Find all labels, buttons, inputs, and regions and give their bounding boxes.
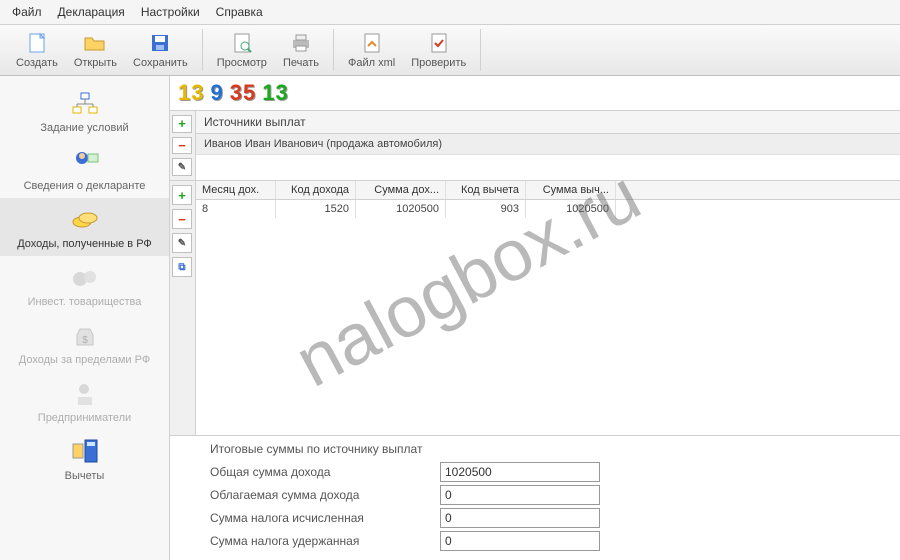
edit-income-button[interactable]: ✎ [172, 233, 192, 253]
sidebar-item-conditions[interactable]: Задание условий [0, 82, 169, 140]
sidebar-item-entrepreneur[interactable]: Предприниматели [0, 372, 169, 430]
menu-declaration[interactable]: Декларация [54, 3, 129, 21]
sources-header: Источники выплат [196, 111, 900, 134]
col-deduct-sum[interactable]: Сумма выч... [526, 181, 616, 199]
svg-text:$: $ [82, 335, 88, 346]
main-panel: 13 9 35 13 + − ✎ Источники выплат Иванов… [170, 76, 900, 560]
remove-income-button[interactable]: − [172, 209, 192, 229]
preview-icon [230, 31, 254, 55]
hierarchy-icon [69, 88, 101, 120]
cell-sum: 1020500 [356, 200, 446, 218]
menu-file[interactable]: Файл [8, 3, 46, 21]
people-icon [69, 262, 101, 294]
sidebar-item-label: Сведения о декларанте [24, 180, 146, 192]
calculator-icon [69, 436, 101, 468]
sidebar-item-deductions[interactable]: Вычеты [0, 430, 169, 488]
menu-bar: Файл Декларация Настройки Справка [0, 0, 900, 25]
create-button[interactable]: Создать [8, 29, 66, 71]
tax-calculated-field[interactable]: 0 [440, 508, 600, 528]
rate-35[interactable]: 35 [230, 80, 256, 106]
taxable-income-field[interactable]: 0 [440, 485, 600, 505]
check-button[interactable]: Проверить [403, 29, 474, 71]
sidebar-item-label: Предприниматели [38, 412, 131, 424]
cell-deduct-code: 903 [446, 200, 526, 218]
income-table-panel: + − ✎ ⧉ Месяц дох. Код дохода Сумма дох.… [170, 181, 900, 435]
edit-source-button[interactable]: ✎ [172, 158, 192, 176]
income-row[interactable]: 8 1520 1020500 903 1020500 [196, 200, 900, 218]
col-code[interactable]: Код дохода [276, 181, 356, 199]
sidebar-item-label: Инвест. товарищества [28, 296, 142, 308]
totals-title: Итоговые суммы по источнику выплат [210, 442, 860, 456]
col-sum[interactable]: Сумма дох... [356, 181, 446, 199]
rate-strip: 13 9 35 13 [170, 76, 900, 111]
open-button[interactable]: Открыть [66, 29, 125, 71]
sidebar-item-invest[interactable]: Инвест. товарищества [0, 256, 169, 314]
floppy-icon [148, 31, 172, 55]
xml-button[interactable]: Файл xml [340, 29, 403, 71]
menu-settings[interactable]: Настройки [137, 3, 204, 21]
sidebar-item-label: Задание условий [40, 122, 128, 134]
sidebar: Задание условий Сведения о декларанте До… [0, 76, 170, 560]
total-income-label: Общая сумма дохода [210, 465, 440, 479]
xml-file-icon [360, 31, 384, 55]
tax-calculated-label: Сумма налога исчисленная [210, 511, 440, 525]
sidebar-item-income-rf[interactable]: Доходы, полученные в РФ [0, 198, 169, 256]
col-deduct-code[interactable]: Код вычета [446, 181, 526, 199]
toolbar: Создать Открыть Сохранить Просмотр Печ [0, 25, 900, 76]
copy-income-button[interactable]: ⧉ [172, 257, 192, 277]
rate-13-alt[interactable]: 13 [262, 80, 288, 106]
sidebar-item-income-abroad[interactable]: $ Доходы за пределами РФ [0, 314, 169, 372]
tax-withheld-field[interactable]: 0 [440, 531, 600, 551]
printer-icon [289, 31, 313, 55]
person-card-icon [69, 146, 101, 178]
menu-help[interactable]: Справка [212, 3, 267, 21]
sources-panel: + − ✎ Источники выплат Иванов Иван Ивано… [170, 111, 900, 181]
sidebar-item-label: Вычеты [65, 470, 105, 482]
total-income-field[interactable]: 1020500 [440, 462, 600, 482]
cell-code: 1520 [276, 200, 356, 218]
add-income-button[interactable]: + [172, 185, 192, 205]
cell-deduct-sum: 1020500 [526, 200, 616, 218]
new-file-icon [25, 31, 49, 55]
rate-9[interactable]: 9 [210, 80, 223, 106]
rate-13[interactable]: 13 [178, 80, 204, 106]
money-bag-icon: $ [69, 320, 101, 352]
taxable-income-label: Облагаемая сумма дохода [210, 488, 440, 502]
briefcase-person-icon [69, 378, 101, 410]
add-source-button[interactable]: + [172, 115, 192, 133]
tax-withheld-label: Сумма налога удержанная [210, 534, 440, 548]
income-table-header: Месяц дох. Код дохода Сумма дох... Код в… [196, 181, 900, 200]
save-button[interactable]: Сохранить [125, 29, 196, 71]
sidebar-item-declarant[interactable]: Сведения о декларанте [0, 140, 169, 198]
sidebar-item-label: Доходы, полученные в РФ [17, 238, 152, 250]
remove-source-button[interactable]: − [172, 137, 192, 155]
coins-icon [69, 204, 101, 236]
col-month[interactable]: Месяц дох. [196, 181, 276, 199]
preview-button[interactable]: Просмотр [209, 29, 275, 71]
cell-month: 8 [196, 200, 276, 218]
totals-panel: Итоговые суммы по источнику выплат Общая… [170, 435, 900, 560]
source-row[interactable]: Иванов Иван Иванович (продажа автомобиля… [196, 134, 900, 155]
sidebar-item-label: Доходы за пределами РФ [19, 354, 150, 366]
print-button[interactable]: Печать [275, 29, 327, 71]
check-icon [427, 31, 451, 55]
folder-open-icon [83, 31, 107, 55]
